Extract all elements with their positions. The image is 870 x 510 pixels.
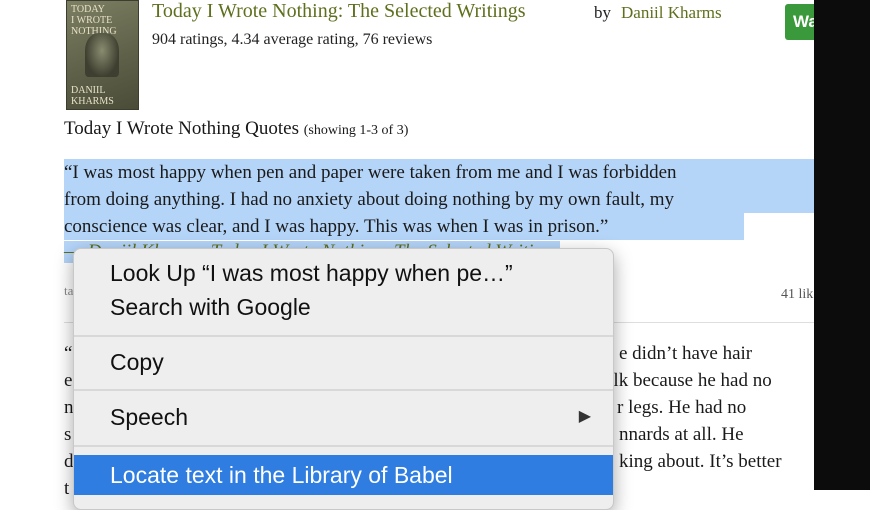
author-link[interactable]: Daniil Kharms [621,3,722,23]
quote-line[interactable]: from doing anything. I had no anxiety ab… [64,186,814,213]
quote2-fragment: e didn’t have hair [619,343,753,364]
menu-item-locate-babel[interactable]: Locate text in the Library of Babel [74,455,613,495]
cover-text-line: KHARMS [71,96,114,107]
quote2-fragment: t [64,478,70,499]
menu-item-speech-label: Speech [110,404,189,430]
quote2-fragment: r legs. He had no [617,397,747,418]
quote2-fragment: e [64,370,73,391]
menu-separator [74,335,613,337]
quote-line[interactable]: “I was most happy when pen and paper wer… [64,159,814,186]
cover-text-line: TODAY [71,4,105,15]
want-to-read-button[interactable]: Wa [785,4,814,40]
submenu-arrow-icon: ▶ [578,408,591,425]
quote2-fragment: king about. It’s better [619,451,782,472]
quote2-fragment: nnards at all. He [619,424,744,445]
quote-line[interactable]: conscience was clear, and I was happy. T… [64,213,744,240]
dark-edge-panel [814,0,870,490]
quotes-heading: Today I Wrote Nothing Quotes (showing 1-… [64,118,408,140]
quotes-heading-title: Today I Wrote Nothing Quotes [64,118,300,139]
cover-portrait [85,33,119,77]
menu-item-search-google[interactable]: Search with Google [74,287,613,327]
quotes-count: (showing 1-3 of 3) [303,123,409,138]
book-title-link[interactable]: Today I Wrote Nothing: The Selected Writ… [152,0,526,23]
menu-separator [74,389,613,391]
quote2-fragment: alk because he had no [605,370,772,391]
quote-tags: ta [64,283,74,298]
by-label: by [594,3,611,22]
quote2-fragment: s [64,424,72,445]
book-stats: 904 ratings, 4.34 average rating, 76 rev… [152,31,433,48]
menu-item-speech[interactable]: Speech ▶ [74,397,613,437]
cover-text-line: DANIIL [71,85,106,96]
book-cover[interactable]: TODAY I WROTE NOTHING DANIIL KHARMS [66,0,139,110]
quote2-fragment: “ [64,343,73,364]
cover-text-line: I WROTE [71,15,113,26]
quote-likes[interactable]: 41 lik [781,287,813,303]
context-menu: Look Up “I was most happy when pe…” Sear… [73,248,614,510]
menu-item-copy[interactable]: Copy [74,342,613,382]
menu-separator [74,445,613,447]
